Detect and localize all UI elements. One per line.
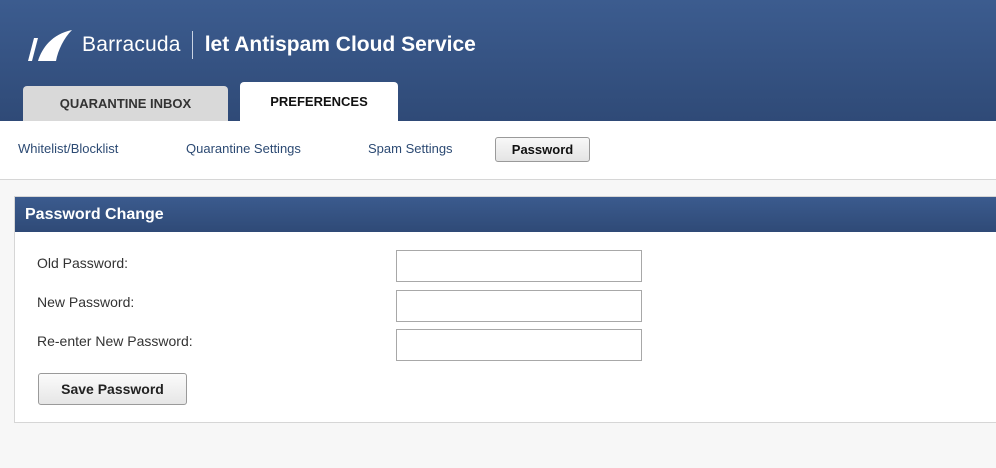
password-change-panel: Password Change Old Password: New Passwo… — [14, 196, 996, 423]
new-password-input[interactable] — [396, 290, 642, 322]
product-name: let Antispam Cloud Service — [204, 33, 476, 56]
reenter-password-input[interactable] — [396, 329, 642, 361]
brand-name: Barracuda — [82, 33, 181, 56]
brand-divider — [191, 31, 193, 59]
subnav-quarantine-settings[interactable]: Quarantine Settings — [186, 141, 301, 156]
tab-quarantine-inbox[interactable]: QUARANTINE INBOX — [23, 86, 228, 121]
subnav-spam-settings[interactable]: Spam Settings — [368, 141, 453, 156]
subnav-whitelist-blocklist[interactable]: Whitelist/Blocklist — [18, 141, 118, 156]
save-password-button[interactable]: Save Password — [38, 373, 187, 405]
old-password-label: Old Password: — [37, 255, 129, 271]
barracuda-logo-icon — [28, 30, 72, 61]
app-header: Barracuda let Antispam Cloud Service QUA… — [0, 0, 996, 121]
preferences-subnav: Whitelist/Blocklist Quarantine Settings … — [0, 121, 996, 180]
reenter-password-label: Re-enter New Password: — [37, 333, 193, 349]
new-password-label: New Password: — [37, 294, 135, 310]
old-password-input[interactable] — [396, 250, 642, 282]
panel-title: Password Change — [15, 197, 996, 232]
tab-preferences[interactable]: PREFERENCES — [240, 82, 398, 121]
brand: Barracuda let Antispam Cloud Service — [28, 28, 476, 62]
subnav-password-button[interactable]: Password — [495, 137, 590, 162]
